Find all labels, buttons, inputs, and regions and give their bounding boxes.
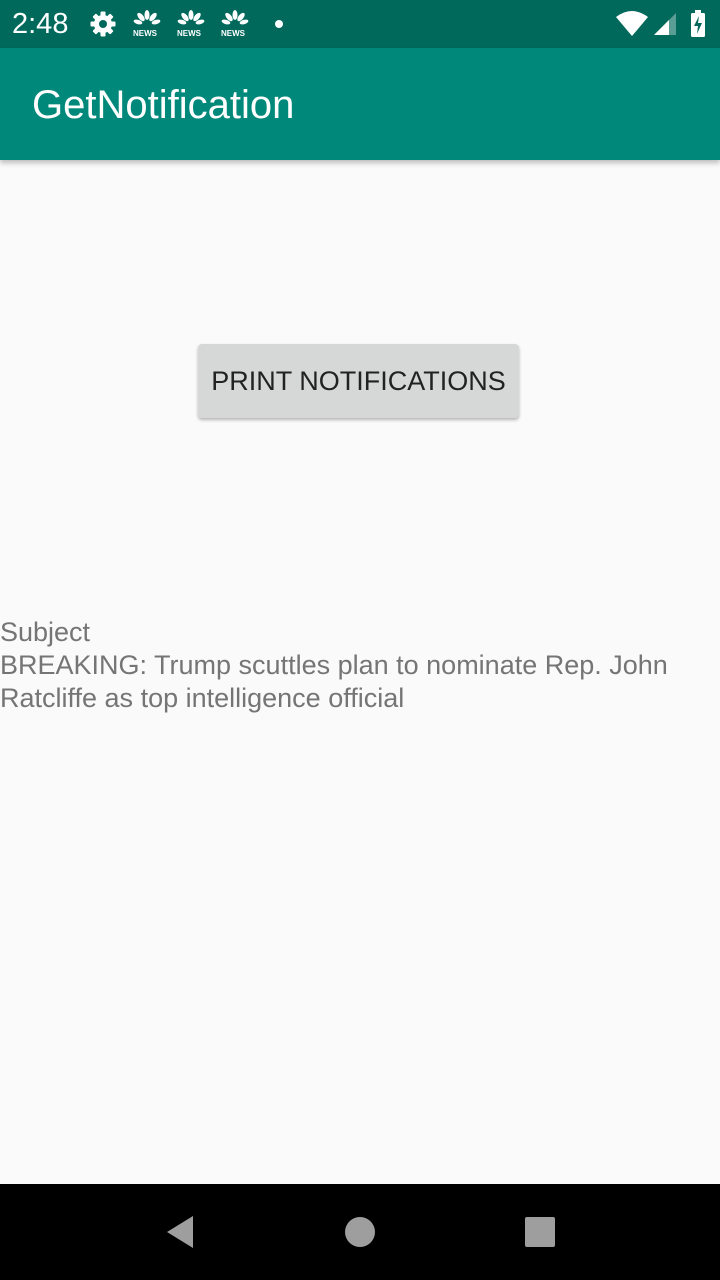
nbc-news-icon: NEWS <box>220 0 250 48</box>
nbc-news-icon: NEWS <box>132 0 162 48</box>
signal-icon <box>652 0 678 48</box>
subject-label: Subject <box>0 617 91 647</box>
navigation-bar <box>0 1184 720 1280</box>
wifi-icon <box>614 0 650 48</box>
notification-dot-icon <box>272 0 286 48</box>
recents-icon[interactable] <box>510 1184 570 1280</box>
back-icon[interactable] <box>150 1184 210 1280</box>
home-icon[interactable] <box>330 1184 390 1280</box>
app-title: GetNotification <box>32 83 295 127</box>
print-notifications-button[interactable]: PRINT NOTIFICATIONS <box>198 344 519 418</box>
nbc-news-icon: NEWS <box>176 0 206 48</box>
battery-icon <box>686 0 710 48</box>
status-bar: 2:48 NEWS NEWS NEWS <box>0 0 720 48</box>
notification-line: BREAKING: Trump scuttles plan to nominat… <box>0 650 668 680</box>
notification-line: Ratcliffe as top intelligence official <box>0 683 405 713</box>
gear-icon <box>88 0 118 48</box>
app-bar: GetNotification <box>0 48 720 160</box>
notification-text: Subject BREAKING: Trump scuttles plan to… <box>0 616 712 715</box>
news-label: NEWS <box>133 29 157 38</box>
news-label: NEWS <box>177 29 201 38</box>
news-label: NEWS <box>221 29 245 38</box>
status-time: 2:48 <box>12 8 69 40</box>
